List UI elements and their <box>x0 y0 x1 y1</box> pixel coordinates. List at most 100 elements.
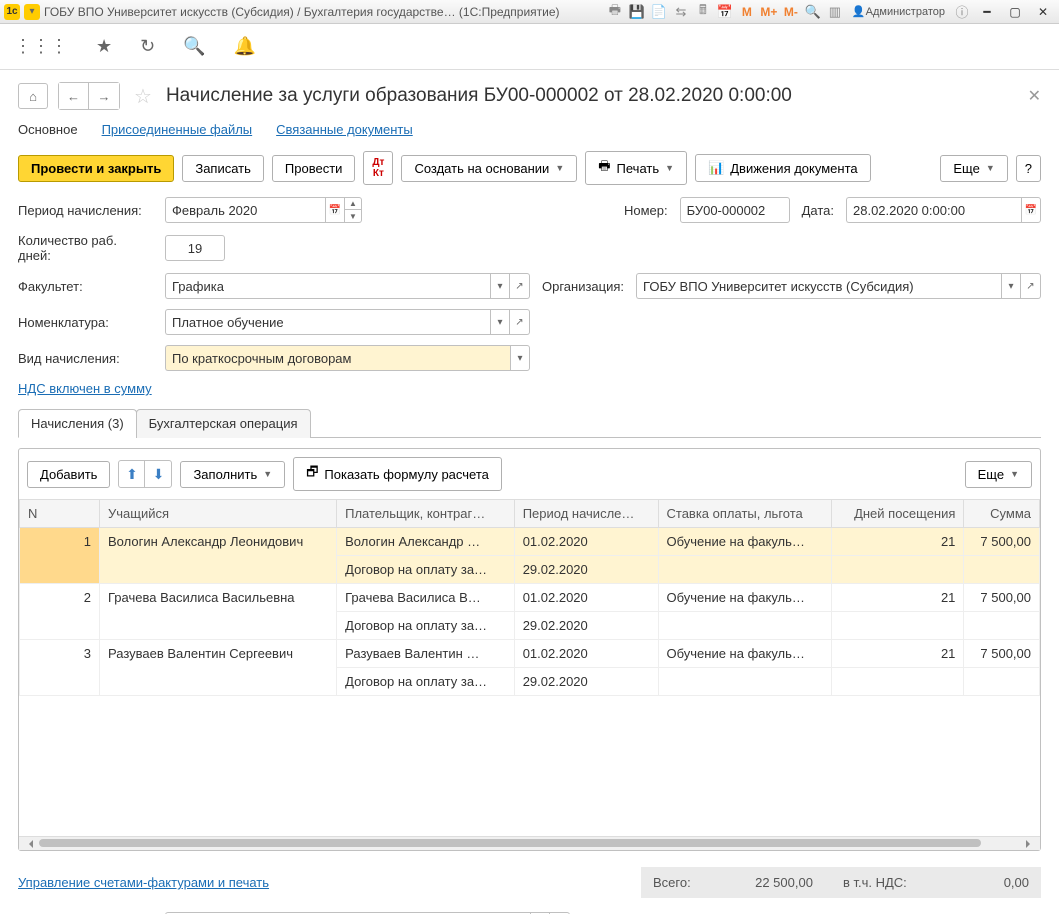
col-period[interactable]: Период начисле… <box>514 500 658 528</box>
nav-forward-button[interactable]: → <box>89 83 119 109</box>
cell-date-from: 01.02.2020 <box>514 640 658 668</box>
faculty-input[interactable]: Графика <box>165 273 490 299</box>
maximize-button[interactable]: ▢ <box>1003 3 1027 21</box>
col-rate[interactable]: Ставка оплаты, льгота <box>658 500 832 528</box>
faculty-open-icon[interactable]: ↗ <box>510 273 530 299</box>
tab-accounting[interactable]: Бухгалтерская операция <box>136 409 311 438</box>
cell-rate: Обучение на факуль… <box>658 584 832 612</box>
titlebar-text: ГОБУ ВПО Университет искусств (Субсидия)… <box>44 5 560 19</box>
nomen-label: Номенклатура: <box>18 315 153 330</box>
col-sum[interactable]: Сумма <box>964 500 1040 528</box>
cell-n: 3 <box>20 640 100 696</box>
col-student[interactable]: Учащийся <box>100 500 337 528</box>
post-and-close-button[interactable]: Провести и закрыть <box>18 155 174 182</box>
period-up-icon[interactable]: ▲ <box>345 198 361 210</box>
calc-icon[interactable]: 🖩 <box>694 3 712 21</box>
cell-date-to: 29.02.2020 <box>514 556 658 584</box>
col-payer[interactable]: Плательщик, контраг… <box>337 500 515 528</box>
nomen-dropdown-icon[interactable]: ▾ <box>490 309 510 335</box>
col-days[interactable]: Дней посещения <box>832 500 964 528</box>
data-tabs: Начисления (3) Бухгалтерская операция <box>18 408 1041 438</box>
cell-sum: 7 500,00 <box>964 640 1040 668</box>
memory-mplus-icon[interactable]: M+ <box>760 3 778 21</box>
search-icon[interactable]: 🔍 <box>183 36 205 57</box>
more-button[interactable]: Еще ▼ <box>940 155 1007 182</box>
panels-icon[interactable]: ▥ <box>826 3 844 21</box>
org-label: Организация: <box>542 279 624 294</box>
faculty-dropdown-icon[interactable]: ▾ <box>490 273 510 299</box>
close-button[interactable]: ✕ <box>1031 3 1055 21</box>
days-input[interactable]: 19 <box>165 235 225 261</box>
main-toolbar: ⋮⋮⋮ ★ ↻ 🔍 🔔 <box>0 24 1059 70</box>
tab-related[interactable]: Связанные документы <box>276 122 413 137</box>
cell-student: Разуваев Валентин Сергеевич <box>100 640 337 696</box>
totals-box: Всего: 22 500,00 в т.ч. НДС: 0,00 <box>641 867 1041 898</box>
home-button[interactable]: ⌂ <box>18 83 48 109</box>
type-dropdown-icon[interactable]: ▾ <box>510 345 530 371</box>
horizontal-scrollbar[interactable] <box>19 836 1040 850</box>
memory-m-icon[interactable]: M <box>738 3 756 21</box>
period-down-icon[interactable]: ▼ <box>345 210 361 222</box>
info-icon[interactable]: ⓘ <box>953 3 971 21</box>
create-based-on-button[interactable]: Создать на основании ▼ <box>401 155 577 182</box>
cell-date-from: 01.02.2020 <box>514 584 658 612</box>
minimize-button[interactable]: ━ <box>975 3 999 21</box>
total-value: 22 500,00 <box>721 875 813 890</box>
table-row[interactable]: 2Грачева Василиса ВасильевнаГрачева Васи… <box>20 584 1040 612</box>
post-button[interactable]: Провести <box>272 155 356 182</box>
help-button[interactable]: ? <box>1016 155 1041 182</box>
nomen-open-icon[interactable]: ↗ <box>510 309 530 335</box>
nomen-input[interactable]: Платное обучение <box>165 309 490 335</box>
add-button[interactable]: Добавить <box>27 461 110 488</box>
user-badge[interactable]: 👤 Администратор <box>848 3 949 21</box>
vat-value: 0,00 <box>937 875 1029 890</box>
tab-accruals[interactable]: Начисления (3) <box>18 409 137 438</box>
print-icon[interactable]: 🖶 <box>606 3 624 21</box>
date-input[interactable]: 28.02.2020 0:00:00 <box>846 197 1021 223</box>
dtkt-button[interactable]: ДтКт <box>363 151 393 185</box>
movements-button[interactable]: 📊 Движения документа <box>695 154 871 182</box>
period-input[interactable]: Февраль 2020 <box>165 197 325 223</box>
date-calendar-icon[interactable]: 📅 <box>1021 197 1041 223</box>
org-dropdown-icon[interactable]: ▾ <box>1001 273 1021 299</box>
cell-date-to: 29.02.2020 <box>514 612 658 640</box>
org-open-icon[interactable]: ↗ <box>1021 273 1041 299</box>
table-row[interactable]: 3Разуваев Валентин СергеевичРазуваев Вал… <box>20 640 1040 668</box>
notifications-icon[interactable]: 🔔 <box>234 36 256 57</box>
zoom-icon[interactable]: 🔍 <box>804 3 822 21</box>
formula-button[interactable]: 🗗 Показать формулу расчета <box>293 457 502 491</box>
invoice-link[interactable]: Управление счетами-фактурами и печать <box>18 875 269 890</box>
move-up-icon[interactable]: ⬆ <box>119 461 145 487</box>
cell-n: 2 <box>20 584 100 640</box>
dropdown-icon[interactable]: ▾ <box>24 4 40 20</box>
move-down-icon[interactable]: ⬇ <box>145 461 171 487</box>
col-n[interactable]: N <box>20 500 100 528</box>
favorites-icon[interactable]: ★ <box>96 36 112 57</box>
memory-mminus-icon[interactable]: M- <box>782 3 800 21</box>
tab-files[interactable]: Присоединенные файлы <box>102 122 253 137</box>
fill-button[interactable]: Заполнить ▼ <box>180 461 285 488</box>
favorite-star-icon[interactable]: ☆ <box>134 84 152 109</box>
cell-contract: Договор на оплату за… <box>337 668 515 696</box>
cell-student: Грачева Василиса Васильевна <box>100 584 337 640</box>
apps-icon[interactable]: ⋮⋮⋮ <box>14 36 68 57</box>
close-page-button[interactable]: ✕ <box>1028 86 1041 106</box>
save-icon[interactable]: 💾 <box>628 3 646 21</box>
save-button[interactable]: Записать <box>182 155 264 182</box>
print-button[interactable]: 🖶 Печать ▼ <box>585 151 687 185</box>
type-input[interactable]: По краткосрочным договорам <box>165 345 510 371</box>
table-row[interactable]: 1Вологин Александр ЛеонидовичВологин Але… <box>20 528 1040 556</box>
org-input[interactable]: ГОБУ ВПО Университет искусств (Субсидия) <box>636 273 1001 299</box>
page-title: Начисление за услуги образования БУ00-00… <box>166 85 1018 107</box>
vat-link[interactable]: НДС включен в сумму <box>18 381 152 396</box>
calendar-icon[interactable]: 📅 <box>716 3 734 21</box>
compare-icon[interactable]: ⇆ <box>672 3 690 21</box>
history-icon[interactable]: ↻ <box>140 36 155 57</box>
table-more-button[interactable]: Еще ▼ <box>965 461 1032 488</box>
tab-main[interactable]: Основное <box>18 122 78 137</box>
number-input[interactable]: БУ00-000002 <box>680 197 790 223</box>
cell-payer: Грачева Василиса В… <box>337 584 515 612</box>
doc-icon[interactable]: 📄 <box>650 3 668 21</box>
period-calendar-icon[interactable]: 📅 <box>325 197 345 223</box>
nav-back-button[interactable]: ← <box>59 83 89 109</box>
